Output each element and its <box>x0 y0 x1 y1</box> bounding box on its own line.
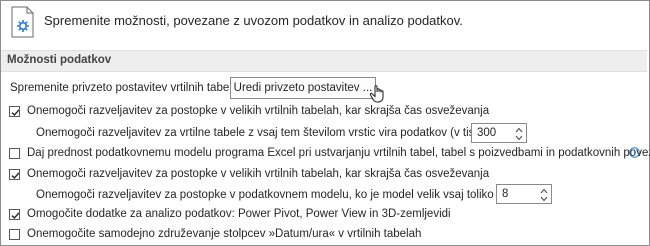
spin-down-icon[interactable] <box>540 196 548 202</box>
header-description: Spremenite možnosti, povezane z uvozom p… <box>44 13 463 28</box>
model-size-threshold-spinner[interactable]: 8 <box>496 184 552 204</box>
header: Spremenite možnosti, povezane z uvozom p… <box>0 0 648 44</box>
section-header: Možnosti podatkov <box>1 50 647 72</box>
edit-default-layout-button[interactable]: Uredi privzeto postavitev ... <box>230 77 376 99</box>
disable-undo-large-pivot-checkbox[interactable] <box>9 106 20 117</box>
section-title: Možnosti podatkov <box>7 54 112 66</box>
prefer-data-model-label: Daj prednost podatkovnemu modelu program… <box>27 147 650 159</box>
spin-up-icon[interactable] <box>515 127 523 133</box>
disable-undo-model-label: Onemogoči razveljavitev za postopke v ve… <box>27 168 490 180</box>
enable-addins-checkbox[interactable] <box>9 209 20 220</box>
disable-undo-model-checkbox[interactable] <box>9 169 20 180</box>
pivot-rows-threshold-label: Onemogoči razveljavitev za vrtilne tabel… <box>36 127 503 139</box>
pivot-layout-label: Spremenite privzeto postavitev vrtilnih … <box>10 82 235 94</box>
model-size-threshold-value: 8 <box>502 188 509 200</box>
enable-addins-label: Omogočite dodatke za analizo podatkov: P… <box>27 208 451 220</box>
disable-auto-grouping-label: Onemogočite samodejno združevanje stolpc… <box>27 228 422 240</box>
data-options-icon <box>10 6 36 38</box>
pivot-rows-threshold-spinner[interactable]: 300 <box>471 123 527 143</box>
pivot-rows-threshold-value: 300 <box>477 127 497 139</box>
mouse-cursor-icon <box>367 81 391 105</box>
spin-up-icon[interactable] <box>540 188 548 194</box>
info-icon[interactable] <box>629 147 640 158</box>
disable-auto-grouping-checkbox[interactable] <box>9 229 20 240</box>
spin-down-icon[interactable] <box>515 135 523 141</box>
model-size-threshold-label: Onemogoči razveljavitev za postopke v po… <box>36 189 534 201</box>
disable-undo-large-pivot-label: Onemogoči razveljavitev za postopke v ve… <box>27 105 490 117</box>
prefer-data-model-checkbox[interactable] <box>9 148 20 159</box>
